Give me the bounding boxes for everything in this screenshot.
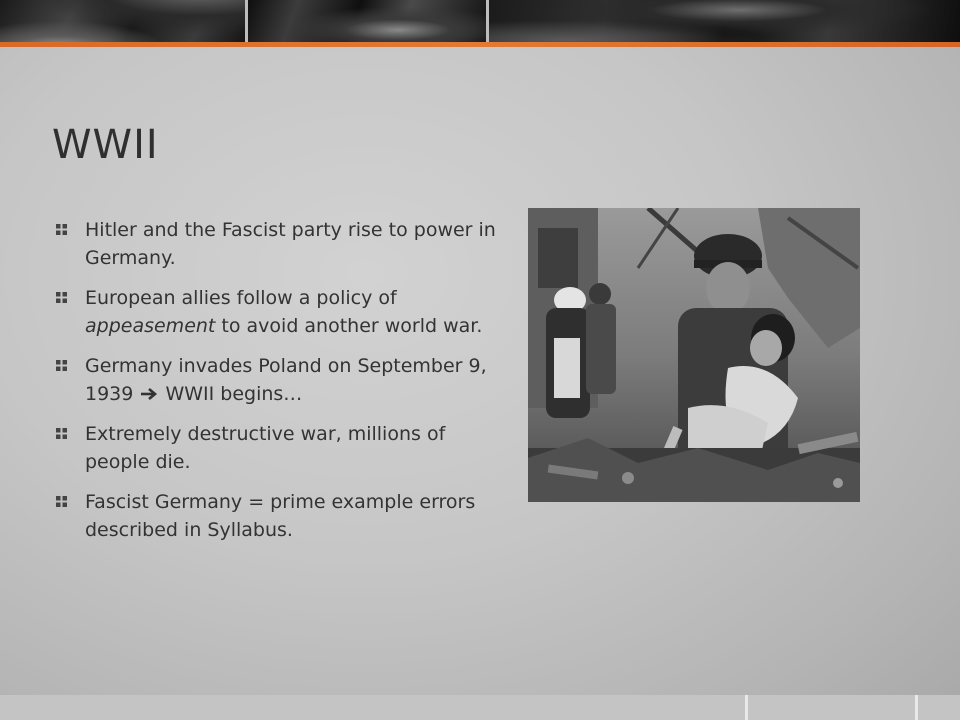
- bullet-text: Hitler and the Fascist party rise to pow…: [85, 219, 496, 269]
- square-bullet-icon: [56, 292, 67, 303]
- header-banner: [0, 0, 960, 42]
- bullet-text: Extremely destructive war, millions of p…: [85, 423, 446, 473]
- bullet-item: Fascist Germany = prime example errors d…: [56, 488, 501, 544]
- photo-illustration: [528, 208, 860, 502]
- square-bullet-icon: [56, 360, 67, 371]
- footer-segment: [918, 695, 960, 720]
- banner-photo-panel: [489, 0, 960, 42]
- banner-photo-panel: [248, 0, 486, 42]
- square-bullet-icon: [56, 428, 67, 439]
- bullet-item: Germany invades Poland on September 9, 1…: [56, 352, 501, 408]
- bullet-item: Extremely destructive war, millions of p…: [56, 420, 501, 476]
- bullet-text: WWII begins…: [159, 383, 303, 405]
- bullet-text: European allies follow a policy of: [85, 287, 397, 309]
- emphasis-text: appeasement: [85, 315, 216, 337]
- bullet-list: Hitler and the Fascist party rise to pow…: [56, 216, 501, 556]
- banner-photo-panel: [0, 0, 245, 42]
- accent-line: [0, 42, 960, 47]
- footer-bar: [0, 695, 960, 720]
- footer-segment: [0, 695, 745, 720]
- right-arrow-icon: [141, 388, 158, 400]
- bullet-text: Fascist Germany = prime example errors d…: [85, 491, 476, 541]
- bullet-item: European allies follow a policy of appea…: [56, 284, 501, 340]
- bullet-text: to avoid another world war.: [215, 315, 483, 337]
- square-bullet-icon: [56, 224, 67, 235]
- wwii-soldier-carrying-child-photo: [528, 208, 860, 502]
- square-bullet-icon: [56, 496, 67, 507]
- footer-segment: [748, 695, 915, 720]
- bullet-item: Hitler and the Fascist party rise to pow…: [56, 216, 501, 272]
- slide-title: WWII: [52, 122, 159, 168]
